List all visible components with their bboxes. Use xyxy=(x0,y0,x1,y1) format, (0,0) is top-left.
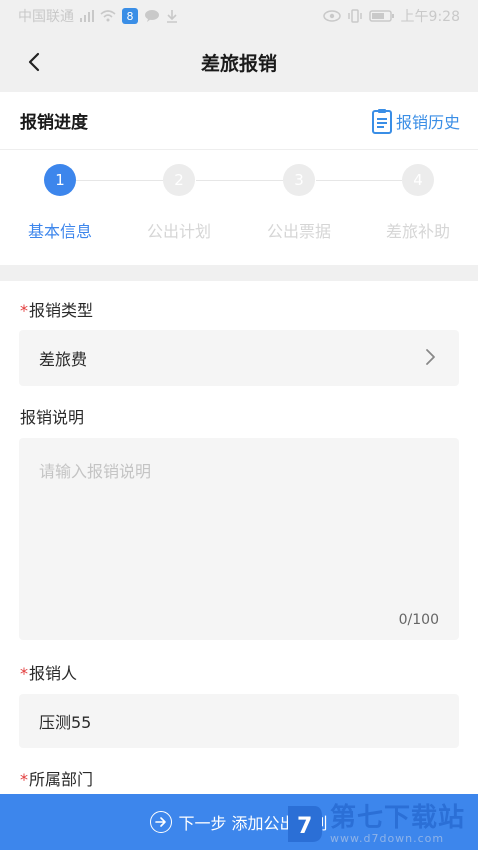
site-watermark: 7 第七下载站 www.d7down.com xyxy=(284,798,478,850)
step-number: 1 xyxy=(44,164,76,196)
progress-title: 报销进度 xyxy=(20,113,88,133)
back-button[interactable] xyxy=(18,46,50,78)
status-bar-left: 中国联通 8 xyxy=(18,6,178,26)
app-notification-icon: 8 xyxy=(122,8,138,24)
required-mark: * xyxy=(20,770,28,789)
carrier-name: 中国联通 xyxy=(18,9,74,25)
svg-text:7: 7 xyxy=(297,814,312,839)
wifi-icon xyxy=(100,10,116,22)
chat-icon xyxy=(145,10,159,22)
person-value: 压测55 xyxy=(39,713,92,732)
eye-icon xyxy=(322,10,341,22)
dept-label-text: 所属部门 xyxy=(29,770,94,789)
clipboard-icon xyxy=(371,108,392,134)
page-title: 差旅报销 xyxy=(200,52,277,75)
progress-header: 报销进度 报销历史 xyxy=(0,92,478,150)
clock: 上午9:28 xyxy=(400,9,460,25)
vibrate-icon xyxy=(347,9,362,23)
section-divider xyxy=(0,265,478,281)
type-value: 差旅费 xyxy=(39,350,88,369)
download-icon xyxy=(167,10,177,23)
person-label: *报销人 xyxy=(20,660,77,684)
step-trip-plan: 2 公出计划 xyxy=(119,164,239,242)
step-label: 公出计划 xyxy=(146,222,211,241)
step-number: 3 xyxy=(283,164,315,196)
signal-icon xyxy=(80,10,94,22)
step-number: 4 xyxy=(402,164,434,196)
history-label: 报销历史 xyxy=(395,112,460,132)
status-bar: 中国联通 8 上午9:28 xyxy=(0,0,478,32)
watermark-sub: www.d7down.com xyxy=(330,831,445,845)
chevron-left-icon xyxy=(28,52,40,72)
dept-label: *所属部门 xyxy=(20,766,93,790)
status-bar-right: 上午9:28 xyxy=(322,6,460,26)
step-basic-info: 1 基本信息 xyxy=(0,164,120,242)
nav-bar: 差旅报销 xyxy=(0,32,478,92)
type-label: *报销类型 xyxy=(20,297,93,321)
watermark-logo-icon: 7 xyxy=(288,806,322,842)
desc-placeholder: 请输入报销说明 xyxy=(39,462,152,481)
step-label: 基本信息 xyxy=(27,222,92,241)
person-label-text: 报销人 xyxy=(29,664,78,683)
progress-steps: 1 基本信息 2 公出计划 3 公出票据 4 差旅补助 xyxy=(0,150,478,265)
step-trip-receipts: 3 公出票据 xyxy=(239,164,359,242)
required-mark: * xyxy=(20,301,28,320)
required-mark: * xyxy=(20,664,28,683)
chevron-right-icon xyxy=(426,349,435,365)
desc-label: 报销说明 xyxy=(20,404,84,428)
step-number: 2 xyxy=(163,164,195,196)
step-label: 差旅补助 xyxy=(385,222,450,241)
step-label: 公出票据 xyxy=(266,222,331,241)
type-select[interactable]: 差旅费 xyxy=(19,330,459,386)
step-travel-allowance: 4 差旅补助 xyxy=(358,164,478,242)
type-label-text: 报销类型 xyxy=(29,301,94,320)
watermark-text: 第七下载站 www.d7down.com xyxy=(330,804,465,845)
desc-label-text: 报销说明 xyxy=(20,408,85,427)
person-field[interactable]: 压测55 xyxy=(19,694,459,748)
desc-textarea[interactable]: 请输入报销说明 0/100 xyxy=(19,438,459,640)
battery-icon xyxy=(368,10,394,22)
char-counter: 0/100 xyxy=(398,612,439,628)
history-button[interactable]: 报销历史 xyxy=(371,108,460,134)
arrow-right-circle-icon xyxy=(150,811,173,833)
watermark-main: 第七下载站 xyxy=(330,802,466,833)
